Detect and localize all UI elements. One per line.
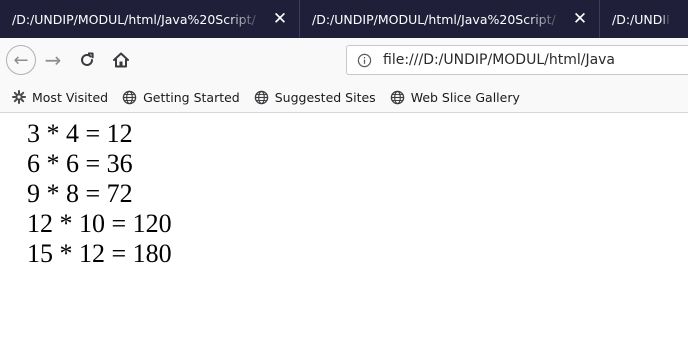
tab-title: /D:/UNDIP/MODUL/html/Java%20Script/	[312, 11, 556, 27]
navigation-bar: ← → file:///D:/UNDIP/MODUL/html/Java	[0, 38, 688, 82]
tab-2[interactable]: /D:/UNDIP/MODUL/html/Java%20Script/ ✕	[300, 0, 600, 38]
bookmark-label: Web Slice Gallery	[410, 89, 520, 105]
tab-1[interactable]: /D:/UNDIP/MODUL/html/Java%20Script/ ✕	[0, 0, 300, 38]
bookmark-label: Suggested Sites	[274, 89, 376, 105]
tab-close-icon[interactable]: ✕	[271, 9, 289, 29]
globe-icon	[122, 90, 137, 104]
output-line: 15 * 12 = 180	[27, 239, 172, 268]
url-bar[interactable]: file:///D:/UNDIP/MODUL/html/Java	[346, 45, 688, 75]
tab-close-icon[interactable]: ✕	[571, 9, 589, 29]
forward-button[interactable]: →	[40, 45, 66, 75]
output-line: 9 * 8 = 72	[27, 179, 133, 208]
tab-3[interactable]: /D:/UNDIP/MODUL/html/Java%20Script/	[600, 0, 680, 38]
bookmarks-toolbar: Most Visited Getting Started Suggested S…	[0, 82, 688, 113]
back-button[interactable]: ←	[6, 45, 36, 75]
bookmark-label: Getting Started	[143, 89, 240, 105]
reload-icon	[81, 52, 94, 66]
home-icon	[113, 52, 129, 68]
home-button[interactable]	[108, 45, 134, 75]
tab-title: /D:/UNDIP/MODUL/html/Java%20Script/	[12, 11, 256, 27]
tab-title: /D:/UNDIP/MODUL/html/Java%20Script/	[612, 11, 670, 27]
info-icon[interactable]	[357, 53, 372, 68]
bookmark-label: Most Visited	[32, 89, 109, 105]
url-text: file:///D:/UNDIP/MODUL/html/Java	[383, 52, 616, 68]
reload-button[interactable]	[74, 45, 100, 75]
output-line: 6 * 6 = 36	[27, 149, 133, 178]
globe-icon	[390, 90, 404, 104]
forward-arrow-icon: →	[44, 48, 62, 72]
bookmark-getting-started[interactable]: Getting Started	[122, 90, 240, 105]
globe-icon	[254, 90, 268, 104]
back-arrow-icon: ←	[13, 49, 29, 71]
bookmark-web-slice-gallery[interactable]: Web Slice Gallery	[390, 90, 520, 105]
bookmark-suggested-sites[interactable]: Suggested Sites	[254, 90, 376, 105]
gear-icon	[12, 90, 26, 104]
page-content: 3 * 4 = 12 6 * 6 = 36 9 * 8 = 72 12 * 10…	[0, 113, 688, 269]
bookmark-most-visited[interactable]: Most Visited	[12, 90, 108, 105]
tab-strip: /D:/UNDIP/MODUL/html/Java%20Script/ ✕ /D…	[0, 0, 688, 38]
output-line: 3 * 4 = 12	[27, 119, 133, 148]
output-line: 12 * 10 = 120	[27, 209, 172, 238]
